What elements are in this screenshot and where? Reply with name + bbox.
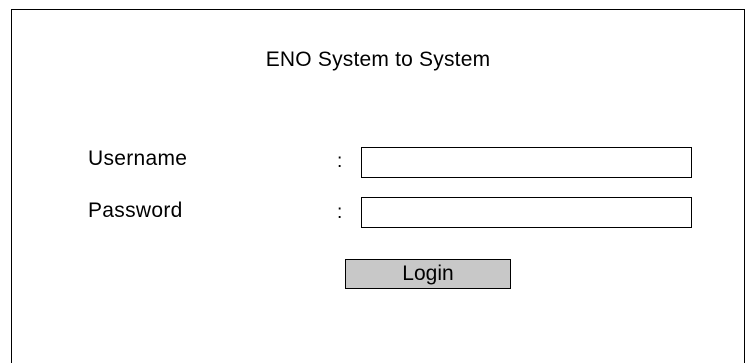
login-button[interactable]: Login — [345, 259, 511, 289]
password-separator: : — [337, 202, 343, 223]
password-input[interactable] — [361, 197, 692, 228]
username-label: Username — [88, 147, 188, 170]
login-panel: ENO System to System Username : Password… — [11, 9, 745, 363]
page-title: ENO System to System — [265, 48, 491, 71]
username-separator: : — [337, 151, 343, 172]
password-label: Password — [88, 199, 183, 222]
username-input[interactable] — [361, 147, 692, 178]
